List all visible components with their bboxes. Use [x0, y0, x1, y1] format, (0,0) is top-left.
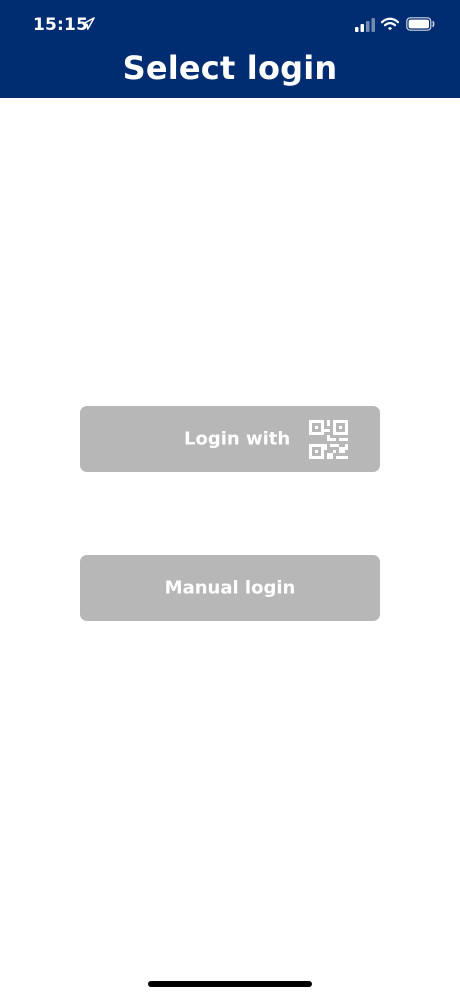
page-title: Select login: [122, 49, 338, 87]
qr-login-button[interactable]: Login with: [80, 406, 380, 472]
cellular-signal-icon: [355, 18, 375, 32]
qr-login-label: Login with: [184, 428, 291, 450]
battery-icon: [406, 17, 435, 31]
qr-code-icon: [309, 420, 348, 459]
home-indicator[interactable]: [148, 981, 312, 987]
app-header: 15:15 Select login: [0, 0, 460, 98]
location-arrow-icon: [82, 17, 95, 30]
manual-login-label: Manual login: [164, 577, 296, 599]
status-time: 15:15: [33, 15, 89, 35]
select-login-screen: 15:15 Select login Login with Manual log…: [0, 0, 460, 996]
manual-login-button[interactable]: Manual login: [80, 555, 380, 621]
status-bar: 15:15: [0, 0, 460, 50]
wifi-icon: [381, 17, 399, 31]
